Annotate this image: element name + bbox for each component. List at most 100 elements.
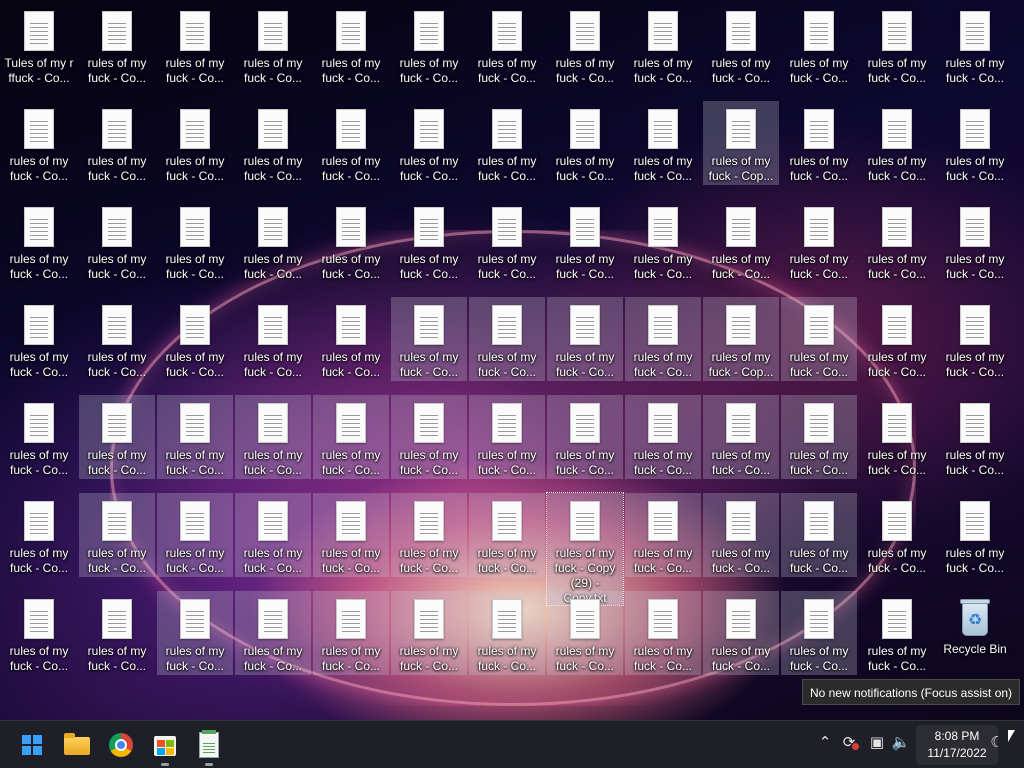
desktop-file-icon[interactable]: rules of my fuck - Co... (391, 3, 467, 87)
desktop-file-icon[interactable]: rules of my fuck - Co... (313, 493, 389, 577)
desktop-file-icon[interactable]: rules of my fuck - Co... (235, 493, 311, 577)
desktop-file-icon[interactable]: rules of my fuck - Co... (547, 101, 623, 185)
desktop-file-icon[interactable]: rules of my fuck - Co... (781, 101, 857, 185)
start-button[interactable] (14, 727, 50, 763)
desktop-file-icon[interactable]: rules of my fuck - Co... (391, 493, 467, 577)
recycle-bin[interactable]: ♻ Recycle Bin (937, 591, 1013, 675)
desktop-file-icon[interactable]: rules of my fuck - Co... (859, 199, 935, 283)
desktop-file-icon[interactable]: rules of my fuck - Co... (859, 591, 935, 675)
desktop-file-icon[interactable]: rules of my fuck - Co... (625, 591, 701, 675)
show-hidden-icons-button[interactable]: ⌃ (814, 733, 836, 751)
desktop-file-icon[interactable]: rules of my fuck - Co... (1, 297, 77, 381)
desktop-file-icon[interactable]: rules of my fuck - Co... (1, 101, 77, 185)
desktop-file-icon[interactable]: rules of my fuck - Co... (313, 591, 389, 675)
microsoft-store-button[interactable] (147, 727, 183, 766)
chrome-button[interactable] (103, 727, 139, 763)
desktop-file-icon[interactable]: rules of my fuck - Co... (547, 395, 623, 479)
desktop-file-icon[interactable]: rules of my fuck - Co... (235, 101, 311, 185)
desktop-file-icon[interactable]: rules of my fuck - Co... (79, 101, 155, 185)
desktop-file-icon[interactable]: rules of my fuck - Co... (781, 395, 857, 479)
desktop-file-icon[interactable]: rules of my fuck - Co... (625, 493, 701, 577)
desktop-file-icon[interactable]: rules of my fuck - Co... (625, 3, 701, 87)
focus-assist-moon-icon[interactable]: ☾ (986, 733, 1008, 751)
desktop-file-icon[interactable]: rules of my fuck - Co... (547, 591, 623, 675)
desktop-file-icon[interactable]: rules of my fuck - Co... (859, 395, 935, 479)
desktop-file-icon[interactable]: rules of my fuck - Cop... (703, 297, 779, 381)
desktop-file-icon[interactable]: rules of my fuck - Co... (313, 3, 389, 87)
desktop-file-icon[interactable]: rules of my fuck - Co... (157, 101, 233, 185)
desktop-file-icon[interactable]: rules of my fuck - Co... (313, 101, 389, 185)
desktop-file-icon[interactable]: rules of my fuck - Co... (703, 199, 779, 283)
desktop-file-icon[interactable]: rules of my fuck - Co... (937, 297, 1013, 381)
desktop-file-icon[interactable]: rules of my fuck - Co... (235, 297, 311, 381)
volume-icon[interactable]: 🔈 (890, 733, 912, 751)
desktop-file-icon[interactable]: rules of my fuck - Co... (157, 297, 233, 381)
desktop-file-icon[interactable]: rules of my fuck - Co... (79, 199, 155, 283)
desktop-file-icon[interactable]: rules of my fuck - Co... (1, 493, 77, 577)
desktop-file-icon[interactable]: rules of my fuck - Co... (79, 591, 155, 675)
desktop-file-icon[interactable]: rules of my fuck - Co... (859, 3, 935, 87)
desktop-file-icon[interactable]: rules of my fuck - Co... (313, 199, 389, 283)
sync-status-icon[interactable]: ⟳ (838, 733, 860, 751)
desktop-file-icon[interactable]: rules of my fuck - Co... (937, 493, 1013, 577)
desktop-file-icon[interactable]: rules of my fuck - Co... (1, 199, 77, 283)
desktop-file-icon[interactable]: rules of my fuck - Co... (157, 199, 233, 283)
desktop-file-icon[interactable]: rules of my fuck - Co... (235, 395, 311, 479)
desktop-file-icon[interactable]: rules of my fuck - Co... (781, 493, 857, 577)
desktop-file-icon[interactable]: rules of my fuck - Co... (859, 493, 935, 577)
desktop-file-icon[interactable]: rules of my fuck - Co... (79, 3, 155, 87)
desktop-file-icon[interactable]: rules of my fuck - Co... (469, 395, 545, 479)
desktop-file-icon[interactable]: rules of my fuck - Co... (79, 297, 155, 381)
desktop-file-icon[interactable]: rules of my fuck - Co... (469, 101, 545, 185)
desktop-file-icon[interactable]: rules of my fuck - Co... (391, 101, 467, 185)
desktop-file-icon[interactable]: rules of my fuck - Co... (703, 591, 779, 675)
desktop-file-icon[interactable]: rules of my fuck - Co... (703, 3, 779, 87)
desktop-file-icon[interactable]: rules of my fuck - Co... (859, 297, 935, 381)
desktop-file-icon[interactable]: rules of my fuck - Co... (781, 3, 857, 87)
desktop-file-icon[interactable]: rules of my fuck - Co... (703, 493, 779, 577)
desktop-file-icon[interactable]: rules of my fuck - Co... (625, 395, 701, 479)
desktop-file-icon[interactable]: rules of my fuck - Co... (469, 297, 545, 381)
desktop-file-icon[interactable]: rules of my fuck - Co... (937, 199, 1013, 283)
desktop-file-icon[interactable]: rules of my fuck - Co... (937, 101, 1013, 185)
desktop-file-icon[interactable]: rules of my fuck - Co... (157, 591, 233, 675)
desktop-file-icon[interactable]: rules of my fuck - Co... (391, 199, 467, 283)
desktop-file-icon[interactable]: rules of my fuck - Co... (391, 395, 467, 479)
desktop-file-icon[interactable]: rules of my fuck - Co... (625, 297, 701, 381)
desktop-file-icon[interactable]: rules of my fuck - Co... (469, 3, 545, 87)
desktop-file-icon[interactable]: rules of my fuck - Co... (469, 493, 545, 577)
desktop-file-icon[interactable]: Tules of my r ffuck - Co... (1, 3, 77, 87)
desktop-file-icon[interactable]: rules of my fuck - Co... (79, 395, 155, 479)
desktop-file-icon[interactable]: rules of my fuck - Co... (391, 591, 467, 675)
desktop-file-icon[interactable]: rules of my fuck - Co... (937, 3, 1013, 87)
desktop-file-icon[interactable]: rules of my fuck - Co... (235, 591, 311, 675)
desktop-file-icon[interactable]: rules of my fuck - Co... (859, 101, 935, 185)
desktop-file-icon[interactable]: rules of my fuck - Co... (157, 493, 233, 577)
desktop-file-icon[interactable]: rules of my fuck - Co... (1, 395, 77, 479)
desktop-file-icon[interactable]: rules of my fuck - Co... (79, 493, 155, 577)
desktop-file-icon[interactable]: rules of my fuck - Co... (781, 199, 857, 283)
desktop-file-icon[interactable]: rules of my fuck - Co... (547, 297, 623, 381)
desktop-file-icon[interactable]: rules of my fuck - Co... (157, 395, 233, 479)
desktop-file-icon[interactable]: rules of my fuck - Co... (937, 395, 1013, 479)
desktop-file-icon[interactable]: rules of my fuck - Co... (235, 3, 311, 87)
desktop-file-icon[interactable]: rules of my fuck - Co... (547, 199, 623, 283)
file-explorer-button[interactable] (59, 727, 95, 763)
desktop-file-icon[interactable]: rules of my fuck - Co... (781, 297, 857, 381)
desktop-file-icon[interactable]: rules of my fuck - Copy (29) - Copy.txt (546, 492, 624, 606)
network-icon[interactable]: ▣ (866, 733, 888, 751)
desktop-file-icon[interactable]: rules of my fuck - Cop... (703, 101, 779, 185)
desktop-file-icon[interactable]: rules of my fuck - Co... (469, 199, 545, 283)
desktop-file-icon[interactable]: rules of my fuck - Co... (157, 3, 233, 87)
desktop-file-icon[interactable]: rules of my fuck - Co... (1, 591, 77, 675)
desktop-file-icon[interactable]: rules of my fuck - Co... (625, 101, 701, 185)
desktop-file-icon[interactable]: rules of my fuck - Co... (703, 395, 779, 479)
notepad-button[interactable] (191, 727, 227, 766)
desktop-file-icon[interactable]: rules of my fuck - Co... (469, 591, 545, 675)
desktop-file-icon[interactable]: rules of my fuck - Co... (391, 297, 467, 381)
desktop-file-icon[interactable]: rules of my fuck - Co... (625, 199, 701, 283)
desktop-file-icon[interactable]: rules of my fuck - Co... (313, 395, 389, 479)
desktop-file-icon[interactable]: rules of my fuck - Co... (547, 3, 623, 87)
desktop-file-icon[interactable]: rules of my fuck - Co... (313, 297, 389, 381)
desktop-file-icon[interactable]: rules of my fuck - Co... (235, 199, 311, 283)
